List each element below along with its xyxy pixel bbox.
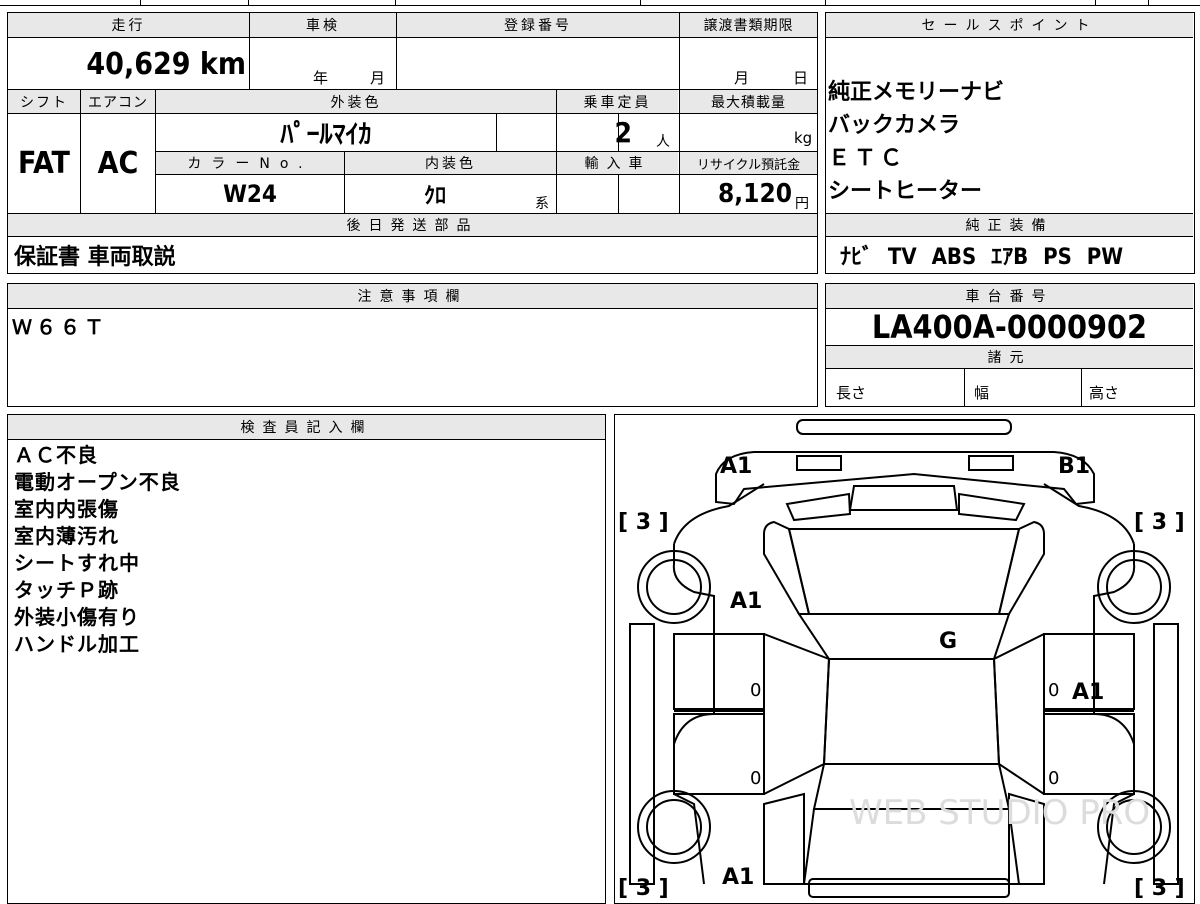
- exterior-color-value: ﾊﾟｰﾙﾏｲｶ: [280, 120, 372, 150]
- front-left-code: A1: [720, 454, 752, 479]
- color-no-label: カラーNo.: [156, 152, 344, 174]
- interior-color-label: 内装色: [345, 152, 556, 174]
- capacity-value: 2: [614, 116, 632, 149]
- sales-points-box: セールスポイント 純正メモリーナビ バックカメラ ＥＴＣ シートヒーター 純正装…: [825, 12, 1195, 274]
- car-diagram-box: WEB STUDIO PRO A1 B1 [ 3 ] [ 3 ] [ 3 ] […: [614, 414, 1195, 904]
- inspector-line: ハンドル加工: [14, 632, 140, 656]
- sales-point-item: 純正メモリーナビ: [828, 80, 1005, 105]
- inspector-label: 検査員記入欄: [8, 415, 605, 439]
- car-diagram: WEB STUDIO PRO A1 B1 [ 3 ] [ 3 ] [ 3 ] […: [618, 419, 1185, 901]
- tire-fr-code: [ 3 ]: [1134, 510, 1185, 535]
- notes-box: 注意事項欄 Ｗ６６Ｔ: [7, 283, 818, 407]
- notes-value: Ｗ６６Ｔ: [12, 315, 108, 339]
- capacity-unit: 人: [656, 134, 670, 150]
- inspector-box: 検査員記入欄 ＡＣ不良 電動オープン不良 室内内張傷 室内薄汚れ シートすれ中 …: [7, 414, 606, 904]
- tire-rr-code: [ 3 ]: [1134, 876, 1185, 901]
- specs-label: 諸元: [826, 346, 1193, 368]
- aircon-value: AC: [97, 146, 139, 181]
- height-label: 高さ: [1089, 384, 1120, 402]
- sales-point-item: バックカメラ: [828, 113, 961, 138]
- mileage-label: 走行: [8, 13, 249, 37]
- sales-points-label: セールスポイント: [826, 13, 1193, 37]
- door-fr-mark: 0: [1048, 680, 1059, 701]
- door-rr-mark: 0: [1048, 768, 1059, 789]
- windshield-code: G: [939, 629, 957, 654]
- chassis-box: 車台番号 LA400A-0000902 諸元 長さ 幅 高さ: [825, 283, 1195, 407]
- vehicle-info-table: 走行 車検 登録番号 譲渡書類期限 40,629 km 年 月 月 日 シフト …: [7, 12, 818, 274]
- later-parts-label: 後日発送部品: [8, 214, 817, 236]
- chassis-number: LA400A-0000902: [871, 308, 1148, 346]
- sales-point-item: シートヒーター: [828, 179, 983, 204]
- registration-label: 登録番号: [397, 13, 679, 37]
- equipment-value: ﾅﾋﾞ TV ABS ｴｱB PS PW: [840, 245, 1124, 270]
- recycle-label: リサイクル預託金: [680, 152, 817, 174]
- length-label: 長さ: [836, 384, 867, 402]
- mileage-value: 40,629 km: [86, 46, 246, 82]
- interior-color-unit: 系: [535, 196, 549, 212]
- recycle-unit: 円: [795, 196, 809, 212]
- width-label: 幅: [974, 384, 990, 402]
- max-load-unit: kg: [794, 129, 813, 147]
- watermark-text: WEB STUDIO PRO: [849, 793, 1150, 833]
- equipment-label: 純正装備: [826, 214, 1193, 236]
- notes-label: 注意事項欄: [8, 284, 817, 308]
- max-load-label: 最大積載量: [680, 90, 817, 113]
- sales-point-item: ＥＴＣ: [828, 146, 907, 171]
- inspection-year-unit: 年: [313, 69, 329, 87]
- inspector-line: シートすれ中: [14, 551, 140, 575]
- inspection-label: 車検: [250, 13, 396, 37]
- inspector-line: 室内薄汚れ: [14, 524, 119, 548]
- left-fender-code: A1: [730, 589, 762, 614]
- interior-color-value: ｸﾛ: [423, 184, 446, 209]
- tire-fl-code: [ 3 ]: [618, 510, 669, 535]
- color-no-value: W24: [223, 180, 277, 208]
- rear-left-code: A1: [722, 865, 754, 890]
- front-right-code: B1: [1058, 454, 1090, 479]
- capacity-label: 乗車定員: [557, 90, 678, 113]
- inspector-line: ＡＣ不良: [14, 443, 98, 467]
- top-strip: [0, 0, 1200, 8]
- inspection-month-unit: 月: [370, 69, 386, 87]
- recycle-value: 8,120: [718, 179, 792, 209]
- transfer-month-unit: 月: [734, 69, 750, 87]
- inspector-line: 外装小傷有り: [14, 605, 140, 629]
- right-door-code: A1: [1072, 680, 1104, 705]
- chassis-label: 車台番号: [826, 284, 1193, 308]
- inspector-line: 電動オープン不良: [14, 470, 181, 494]
- later-parts-value: 保証書 車両取説: [14, 245, 176, 270]
- inspector-line: タッチＰ跡: [14, 578, 119, 602]
- transfer-day-unit: 日: [793, 69, 809, 87]
- door-rl-mark: 0: [750, 768, 761, 789]
- aircon-label: エアコン: [81, 90, 155, 113]
- exterior-color-label: 外装色: [156, 90, 556, 113]
- tire-rl-code: [ 3 ]: [618, 876, 669, 901]
- shift-label: シフト: [8, 90, 80, 113]
- import-label: 輸入車: [557, 152, 678, 174]
- transfer-label: 譲渡書類期限: [680, 13, 817, 37]
- door-fl-mark: 0: [750, 680, 761, 701]
- shift-value: FAT: [18, 146, 70, 181]
- inspector-line: 室内内張傷: [14, 497, 119, 521]
